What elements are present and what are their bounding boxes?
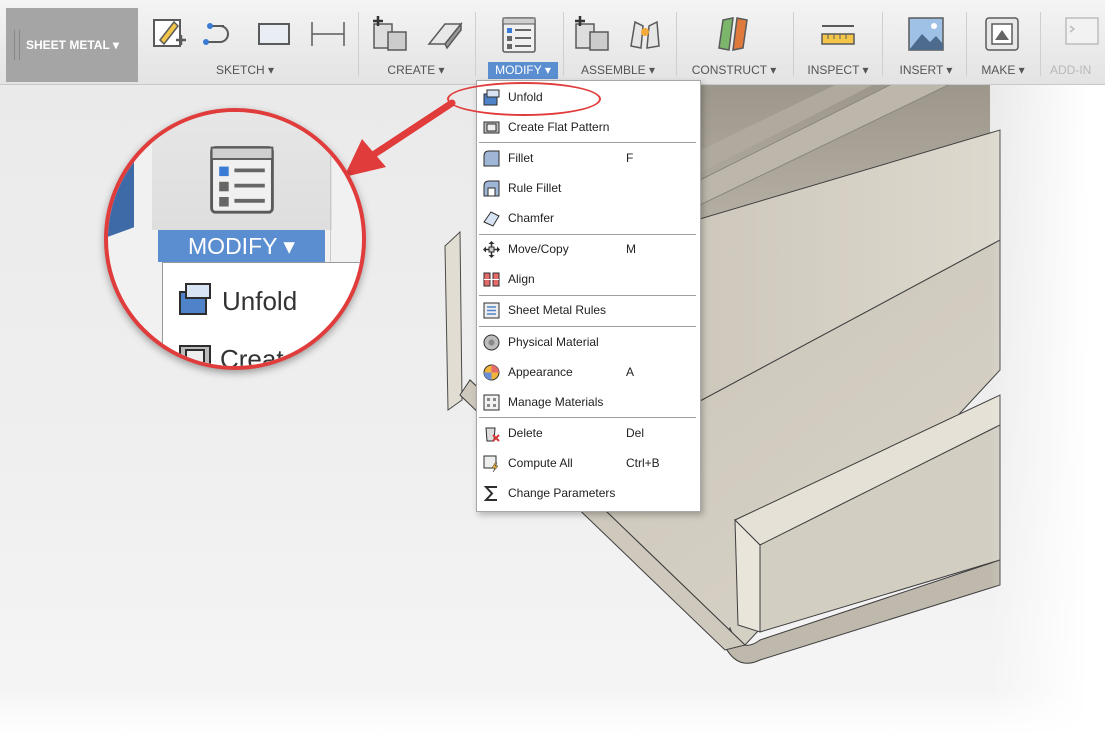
menu-item-create-flat-pattern[interactable]: Create Flat Pattern (477, 114, 700, 140)
left-flange (444, 230, 463, 411)
menu-item-shortcut: Del (626, 426, 645, 440)
sheet-metal-rules-icon (483, 302, 500, 319)
toolbar-divider (563, 12, 564, 76)
toolbar-divider (793, 12, 794, 76)
appearance-icon (483, 364, 500, 381)
dimension-icon[interactable] (308, 14, 348, 54)
grip-icon (14, 30, 20, 60)
menu-item-change-parameters[interactable]: Change Parameters (477, 480, 700, 506)
menu-item-sheet-metal-rules[interactable]: Sheet Metal Rules (477, 297, 700, 323)
rectangle-icon[interactable] (254, 14, 294, 54)
modify-dropdown-menu: Unfold Create Flat Pattern Fillet F Rule… (476, 80, 701, 512)
modify-menu[interactable]: MODIFY ▾ (488, 62, 558, 79)
menu-separator (479, 142, 696, 143)
menu-item-label: Align (508, 272, 535, 286)
menu-item-label: Sheet Metal Rules (508, 303, 607, 317)
insert-image-icon[interactable] (906, 14, 946, 54)
align-icon (483, 272, 500, 287)
joint-icon[interactable] (625, 14, 665, 54)
insert-menu[interactable]: INSERT ▾ (895, 62, 957, 79)
workspace-switcher[interactable]: SHEET METAL ▾ (6, 8, 138, 82)
manage-materials-icon (483, 394, 500, 411)
flange-icon[interactable] (425, 14, 465, 54)
menu-item-shortcut: F (626, 151, 634, 165)
viewport-bottom-fade (0, 690, 1105, 755)
magnified-divider (330, 112, 331, 262)
menu-item-label: Move/Copy (508, 242, 569, 256)
menu-item-manage-materials[interactable]: Manage Materials (477, 389, 700, 415)
menu-item-align[interactable]: Align (477, 266, 700, 292)
menu-item-appearance[interactable]: Appearance A (477, 359, 700, 385)
assemble-new-component-icon[interactable] (572, 14, 612, 54)
menu-separator (479, 295, 696, 296)
menu-item-fillet[interactable]: Fillet F (477, 145, 700, 171)
3d-print-icon[interactable] (982, 14, 1022, 54)
menu-item-shortcut: Ctrl+B (626, 456, 660, 470)
magnified-toolbar-edge (108, 137, 134, 237)
menu-item-delete[interactable]: Delete Del (477, 420, 700, 446)
create-sketch-icon[interactable] (150, 14, 190, 54)
line-icon[interactable] (202, 14, 242, 54)
chamfer-icon (483, 211, 500, 227)
add-ins-menu[interactable]: ADD-IN (1050, 62, 1105, 79)
menu-item-label: Manage Materials (508, 395, 604, 409)
menu-item-label: Rule Fillet (508, 181, 562, 195)
menu-item-shortcut: A (626, 365, 635, 379)
add-ins-icon[interactable] (1062, 14, 1102, 54)
menu-item-label: Chamfer (508, 211, 555, 225)
menu-item-label: Delete (508, 426, 543, 440)
magnified-unfold-icon (179, 283, 211, 315)
sketch-menu[interactable]: SKETCH ▾ (200, 62, 290, 79)
construct-menu[interactable]: CONSTRUCT ▾ (686, 62, 782, 79)
toolbar-divider (475, 12, 476, 76)
menu-item-label: Physical Material (508, 335, 599, 349)
toolbar-divider (1040, 12, 1041, 76)
menu-separator (479, 234, 696, 235)
menu-item-physical-material[interactable]: Physical Material (477, 329, 700, 355)
menu-item-rule-fillet[interactable]: Rule Fillet (477, 175, 700, 201)
toolbar-divider (676, 12, 677, 76)
measure-icon[interactable] (818, 14, 858, 54)
workspace-label: SHEET METAL ▾ (26, 38, 119, 52)
unfold-highlight-oval (447, 82, 601, 116)
menu-separator (479, 326, 696, 327)
toolbar: SHEET METAL ▾ SKETCH ▾ CREATE ▾ MODIFY ▾ (0, 0, 1105, 85)
toolbar-divider (882, 12, 883, 76)
physical-material-icon (483, 334, 500, 351)
viewport-right-fade (990, 0, 1105, 755)
menu-item-label: Compute All (508, 456, 573, 470)
new-component-icon[interactable] (370, 14, 410, 54)
inspect-menu[interactable]: INSPECT ▾ (803, 62, 873, 79)
menu-item-compute-all[interactable]: Compute All Ctrl+B (477, 450, 700, 476)
magnifier-callout: MODIFY ▾ Unfold Creat (104, 108, 366, 370)
toolbar-divider (966, 12, 967, 76)
magnified-modify-label: MODIFY ▾ (158, 230, 325, 262)
make-menu[interactable]: MAKE ▾ (975, 62, 1031, 79)
compute-all-icon (483, 455, 499, 472)
move-copy-icon (483, 241, 500, 258)
rule-fillet-icon (483, 180, 500, 197)
menu-item-move-copy[interactable]: Move/Copy M (477, 236, 700, 262)
menu-item-label: Fillet (508, 151, 534, 165)
fillet-icon (483, 150, 500, 167)
menu-item-label: Create Flat Pattern (508, 120, 610, 134)
modify-icon[interactable] (499, 14, 539, 54)
magnified-modify-icon (210, 146, 274, 214)
menu-item-label: Appearance (508, 365, 573, 379)
magnified-flat-pattern-icon (179, 345, 211, 366)
construct-plane-icon[interactable] (713, 14, 753, 54)
flat-pattern-icon (483, 121, 500, 134)
menu-separator (479, 417, 696, 418)
toolbar-divider (358, 12, 359, 76)
menu-item-chamfer[interactable]: Chamfer (477, 205, 700, 231)
assemble-menu[interactable]: ASSEMBLE ▾ (571, 62, 665, 79)
menu-item-shortcut: M (626, 242, 636, 256)
magnified-unfold-label: Unfold (222, 286, 298, 316)
create-menu[interactable]: CREATE ▾ (377, 62, 455, 79)
menu-item-label: Change Parameters (508, 486, 616, 500)
sigma-icon (483, 486, 497, 501)
delete-icon (485, 427, 500, 442)
